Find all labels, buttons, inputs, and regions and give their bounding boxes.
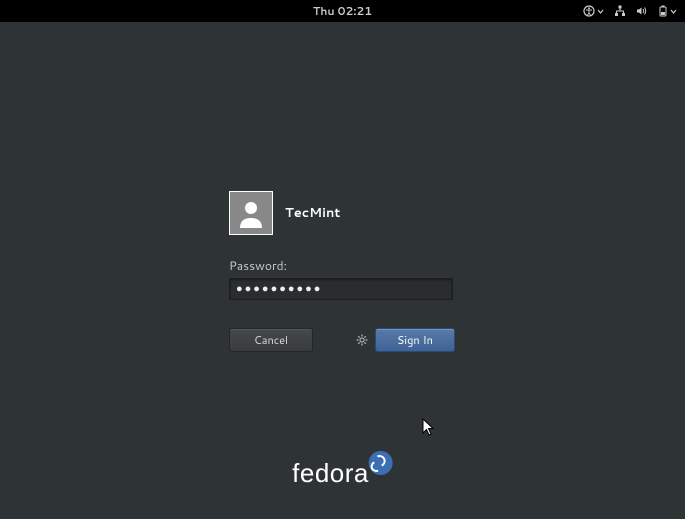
- login-form: TecMint Password: Cancel: [229, 191, 455, 352]
- username-label: TecMint: [285, 204, 340, 222]
- accessibility-menu[interactable]: [583, 5, 604, 17]
- battery-menu[interactable]: [658, 5, 677, 17]
- network-icon[interactable]: [614, 5, 626, 17]
- chevron-down-icon: [670, 8, 677, 15]
- distro-brand: fedora: [292, 451, 393, 489]
- top-panel: Thu 02:21: [0, 0, 685, 22]
- cancel-button[interactable]: Cancel: [229, 328, 313, 352]
- avatar: [229, 191, 273, 235]
- fedora-logo-icon: [369, 451, 393, 475]
- person-icon: [236, 198, 266, 228]
- session-options-button[interactable]: [355, 333, 369, 347]
- signin-button-label: Sign In: [397, 332, 433, 348]
- right-buttons: Sign In: [355, 328, 455, 352]
- chevron-down-icon: [597, 8, 604, 15]
- mouse-cursor: [422, 418, 436, 438]
- clock[interactable]: Thu 02:21: [313, 3, 372, 19]
- volume-icon[interactable]: [636, 5, 648, 17]
- battery-icon: [658, 5, 668, 17]
- password-label: Password:: [229, 257, 455, 274]
- gear-icon: [356, 334, 368, 346]
- cancel-button-label: Cancel: [254, 332, 288, 348]
- accessibility-icon: [583, 5, 595, 17]
- panel-status-area: [583, 5, 677, 17]
- password-input[interactable]: [229, 278, 453, 300]
- signin-button[interactable]: Sign In: [375, 328, 455, 352]
- user-row: TecMint: [229, 191, 455, 235]
- button-row: Cancel: [229, 328, 455, 352]
- brand-wordmark: fedora: [292, 458, 369, 489]
